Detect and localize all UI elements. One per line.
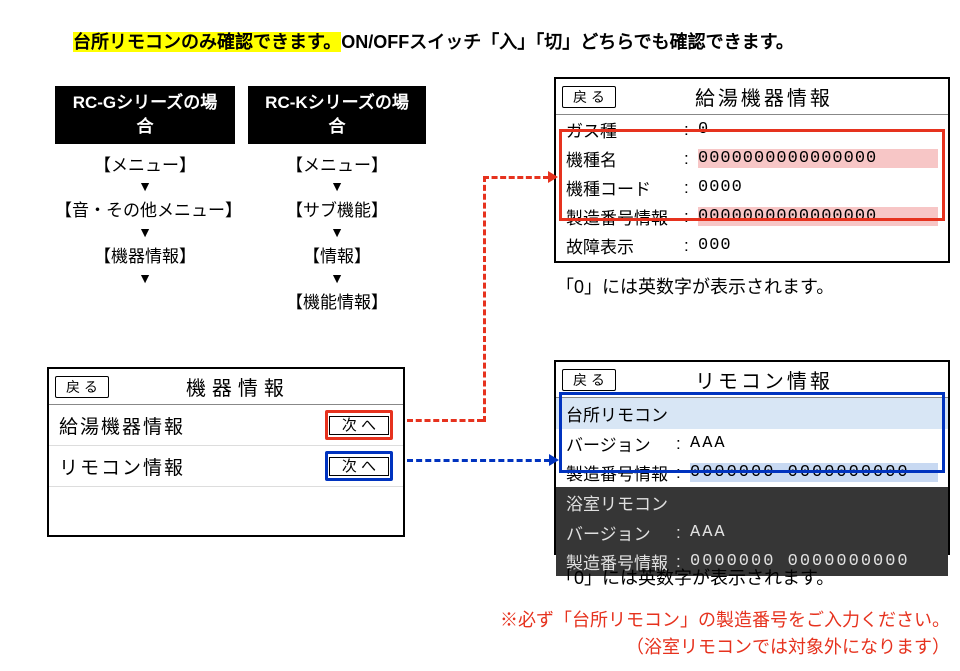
connector-red-v <box>483 176 486 422</box>
panel-device-info: 戻 る 機器情報 給湯機器情報 次 へ リモコン情報 次 へ <box>47 367 405 537</box>
bath-version-row: バージョン:AAA <box>556 518 948 547</box>
arrow-right-icon <box>549 454 559 466</box>
panel2-header: 戻 る 給湯機器情報 <box>556 79 948 115</box>
bath-ver: AAA <box>690 523 938 542</box>
flow-rck: RC-Kシリーズの場合 【メニュー】 ▼ 【サブ機能】 ▼ 【情報】 ▼ 【機能… <box>248 86 426 315</box>
down-arrow-icon: ▼ <box>248 225 426 239</box>
next-outline-red: 次 へ <box>325 410 393 440</box>
down-arrow-icon: ▼ <box>248 271 426 285</box>
instruction-highlight: 台所リモコンのみ確認できます。 <box>73 32 341 52</box>
connector-red-h2 <box>483 176 549 179</box>
arrow-right-icon <box>548 171 558 183</box>
fault-row: 故障表示:000 <box>556 231 948 260</box>
row2-label: リモコン情報 <box>59 453 325 480</box>
bath-header: 浴室リモコン <box>556 487 948 518</box>
back-button[interactable]: 戻 る <box>55 376 109 398</box>
row-remote-info[interactable]: リモコン情報 次 へ <box>49 446 403 487</box>
footer-line2: （浴室リモコンでは対象外になります） <box>626 637 950 657</box>
panel3-title: リモコン情報 <box>616 365 942 394</box>
next-button[interactable]: 次 へ <box>329 457 389 476</box>
rck-step4: 【機能情報】 <box>248 291 426 315</box>
footer-line1: ※必ず「台所リモコン」の製造番号をご入力ください。 <box>500 610 950 630</box>
panel3-note: 「0」には英数字が表示されます。 <box>556 564 834 590</box>
instruction-top: 台所リモコンのみ確認できます。ON/OFFスイッチ「入」「切」どちらでも確認でき… <box>73 28 794 54</box>
panel1-header: 戻 る 機器情報 <box>49 369 403 405</box>
panel2-note: 「0」には英数字が表示されます。 <box>556 273 834 299</box>
rcg-step1: 【メニュー】 <box>55 154 235 178</box>
blue-highlight-box <box>559 392 945 473</box>
connector-red-h1 <box>407 419 483 422</box>
rck-step2: 【サブ機能】 <box>248 199 426 223</box>
rck-step3: 【情報】 <box>248 245 426 269</box>
down-arrow-icon: ▼ <box>55 271 235 285</box>
fault-value: 000 <box>698 236 938 255</box>
red-highlight-box <box>559 129 945 221</box>
next-button[interactable]: 次 へ <box>329 416 389 435</box>
rcg-step2: 【音・その他メニュー】 <box>55 199 235 223</box>
rck-step1: 【メニュー】 <box>248 154 426 178</box>
instruction-rest: ON/OFFスイッチ「入」「切」どちらでも確認できます。 <box>341 32 794 52</box>
rck-chip: RC-Kシリーズの場合 <box>248 86 426 144</box>
ver-label: バージョン <box>566 520 676 545</box>
rcg-step3: 【機器情報】 <box>55 245 235 269</box>
back-button[interactable]: 戻 る <box>562 369 616 391</box>
row1-label: 給湯機器情報 <box>59 412 325 439</box>
back-button[interactable]: 戻 る <box>562 86 616 108</box>
next-outline-blue: 次 へ <box>325 451 393 481</box>
connector-blue-h <box>407 459 550 462</box>
down-arrow-icon: ▼ <box>248 179 426 193</box>
panel1-title: 機器情報 <box>109 372 397 401</box>
row-water-heater-info[interactable]: 給湯機器情報 次 へ <box>49 405 403 446</box>
fault-label: 故障表示 <box>566 233 684 258</box>
footer-warning: ※必ず「台所リモコン」の製造番号をご入力ください。 （浴室リモコンでは対象外にな… <box>440 607 950 661</box>
down-arrow-icon: ▼ <box>55 225 235 239</box>
panel2-title: 給湯機器情報 <box>616 82 942 111</box>
flow-rcg: RC-Gシリーズの場合 【メニュー】 ▼ 【音・その他メニュー】 ▼ 【機器情報… <box>55 86 235 291</box>
rcg-chip: RC-Gシリーズの場合 <box>55 86 235 144</box>
down-arrow-icon: ▼ <box>55 179 235 193</box>
